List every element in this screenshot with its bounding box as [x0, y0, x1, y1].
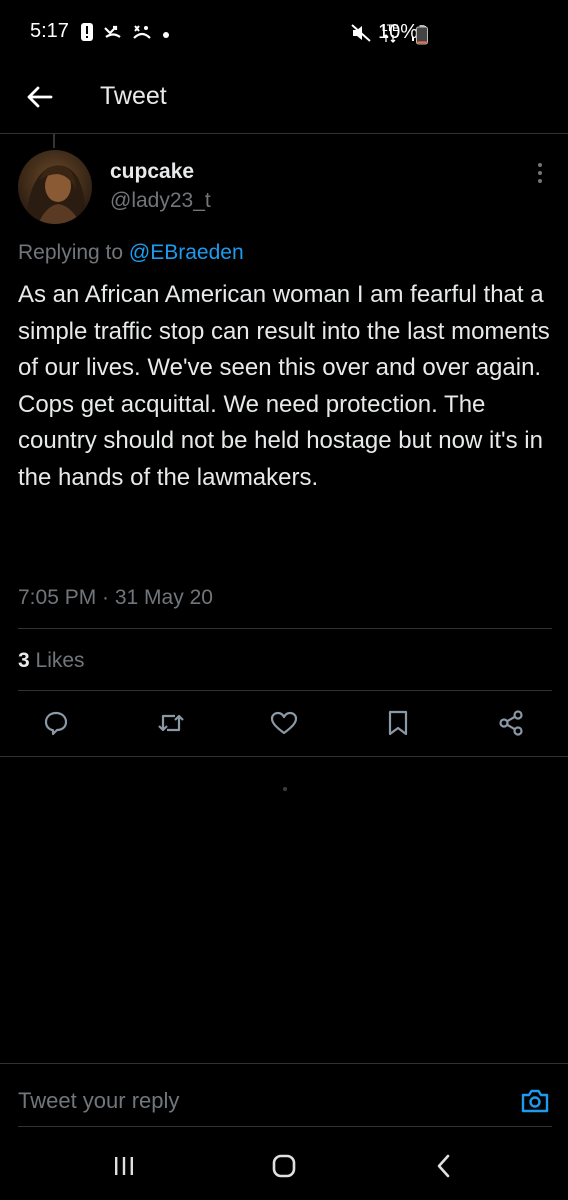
camera-button[interactable]	[519, 1085, 551, 1117]
home-button[interactable]	[264, 1150, 304, 1182]
user-handle[interactable]: @lady23_t	[110, 189, 211, 213]
tweet-timestamp: 7:05 PM · 31 May 20	[18, 586, 213, 609]
divider	[18, 628, 552, 629]
reply-icon	[44, 711, 68, 736]
dot-icon	[162, 26, 170, 44]
more-vertical-icon	[538, 163, 542, 183]
divider	[0, 756, 568, 757]
system-back-button[interactable]	[424, 1150, 464, 1182]
like-button[interactable]	[267, 706, 301, 740]
retweet-icon	[158, 714, 184, 732]
bookmark-icon	[388, 710, 408, 736]
divider	[18, 690, 552, 691]
status-icons-left	[80, 22, 170, 47]
mute-icon	[350, 23, 372, 48]
likes-count: 3	[18, 649, 30, 672]
replying-to-handle-link[interactable]: @EBraeden	[129, 241, 244, 264]
back-button[interactable]	[22, 80, 56, 114]
reply-button[interactable]	[39, 706, 73, 740]
reply-input-underline	[18, 1126, 552, 1127]
likes-label: Likes	[35, 649, 85, 672]
missed-call-icon	[104, 24, 122, 45]
share-button[interactable]	[494, 706, 528, 740]
tweet-text: As an African American woman I am fearfu…	[18, 281, 550, 491]
battery-icon	[416, 25, 428, 50]
bookmark-button[interactable]	[381, 706, 415, 740]
screen: 5:17 LTE 10% Tweet cupcake @lady23_t Rep…	[0, 0, 568, 1200]
camera-icon	[521, 1089, 549, 1113]
retweet-button[interactable]	[154, 706, 188, 740]
battery-percent: 10%	[378, 21, 419, 43]
recents-button[interactable]	[104, 1150, 144, 1182]
recents-icon	[115, 1157, 133, 1175]
system-navigation-bar	[0, 1130, 568, 1200]
likes-stat[interactable]: 3 Likes	[18, 649, 85, 673]
profile-photo-icon	[18, 150, 92, 224]
reply-input[interactable]: Tweet your reply	[18, 1088, 179, 1114]
thread-connector-line	[53, 134, 55, 148]
like-icon	[270, 711, 298, 735]
arrow-left-icon	[27, 86, 53, 108]
reply-composer: Tweet your reply	[0, 1063, 568, 1127]
share-icon	[499, 710, 523, 736]
alert-icon	[80, 22, 94, 47]
tweet-actions	[0, 706, 568, 744]
back-icon	[437, 1154, 450, 1178]
voicemail-icon	[132, 23, 152, 46]
avatar[interactable]	[18, 150, 92, 224]
status-bar: 5:17 LTE 10%	[0, 0, 568, 66]
loading-indicator	[283, 787, 287, 791]
display-name[interactable]: cupcake	[110, 160, 194, 184]
top-app-bar: Tweet	[0, 66, 568, 134]
replying-to: Replying to @EBraeden	[18, 241, 244, 265]
status-time: 5:17	[30, 20, 69, 42]
more-options-button[interactable]	[528, 160, 552, 186]
page-title: Tweet	[100, 82, 167, 110]
replying-to-label: Replying to	[18, 241, 124, 264]
home-icon	[272, 1154, 296, 1178]
